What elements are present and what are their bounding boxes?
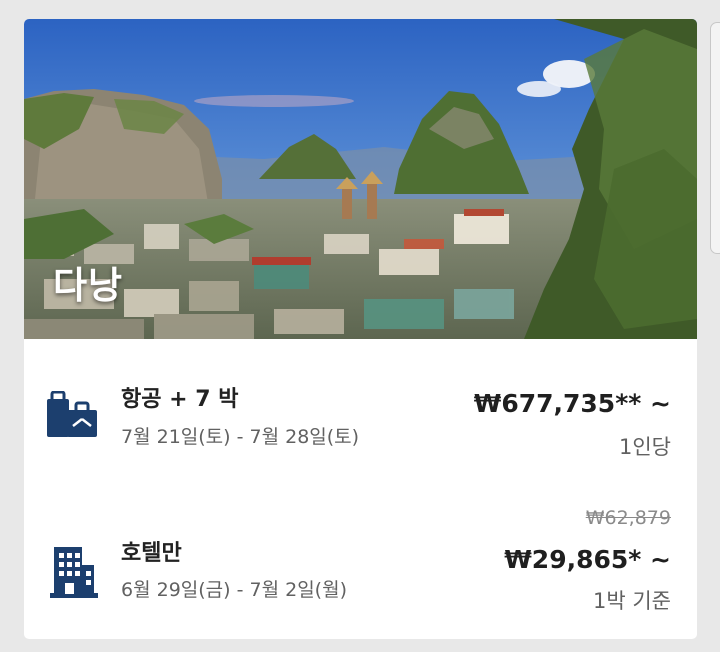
flight-hotel-package-row[interactable]: 항공 + 7 박 7월 21일(토) - 7월 28일(토) ₩677,735*…	[24, 339, 697, 479]
luggage-icon	[46, 390, 98, 443]
flight-package-title: 항공 + 7 박	[121, 387, 239, 412]
hotel-only-price: ₩29,865* ~	[504, 545, 671, 574]
scrollbar-edge[interactable]	[710, 22, 720, 254]
hotel-only-title: 호텔만	[121, 541, 182, 566]
building-icon	[50, 547, 98, 603]
destination-photo[interactable]: 다낭	[24, 19, 697, 339]
hotel-original-price: ₩62,879	[585, 507, 671, 529]
flight-package-price: ₩677,735** ~	[473, 389, 671, 418]
flight-package-dates: 7월 21일(토) - 7월 28일(토)	[121, 426, 360, 448]
hotel-only-dates: 6월 29일(금) - 7월 2일(월)	[121, 579, 347, 601]
hotel-only-price-unit: 1박 기준	[593, 589, 671, 613]
hotel-only-row[interactable]: 호텔만 6월 29일(금) - 7월 2일(월) ₩62,879 ₩29,865…	[24, 489, 697, 639]
destination-title: 다낭	[53, 264, 124, 307]
destination-card[interactable]: 다낭 항공 + 7 박 7월 21일(토) - 7월 28일(토) ₩677,7…	[24, 19, 697, 639]
flight-package-price-unit: 1인당	[618, 435, 671, 459]
